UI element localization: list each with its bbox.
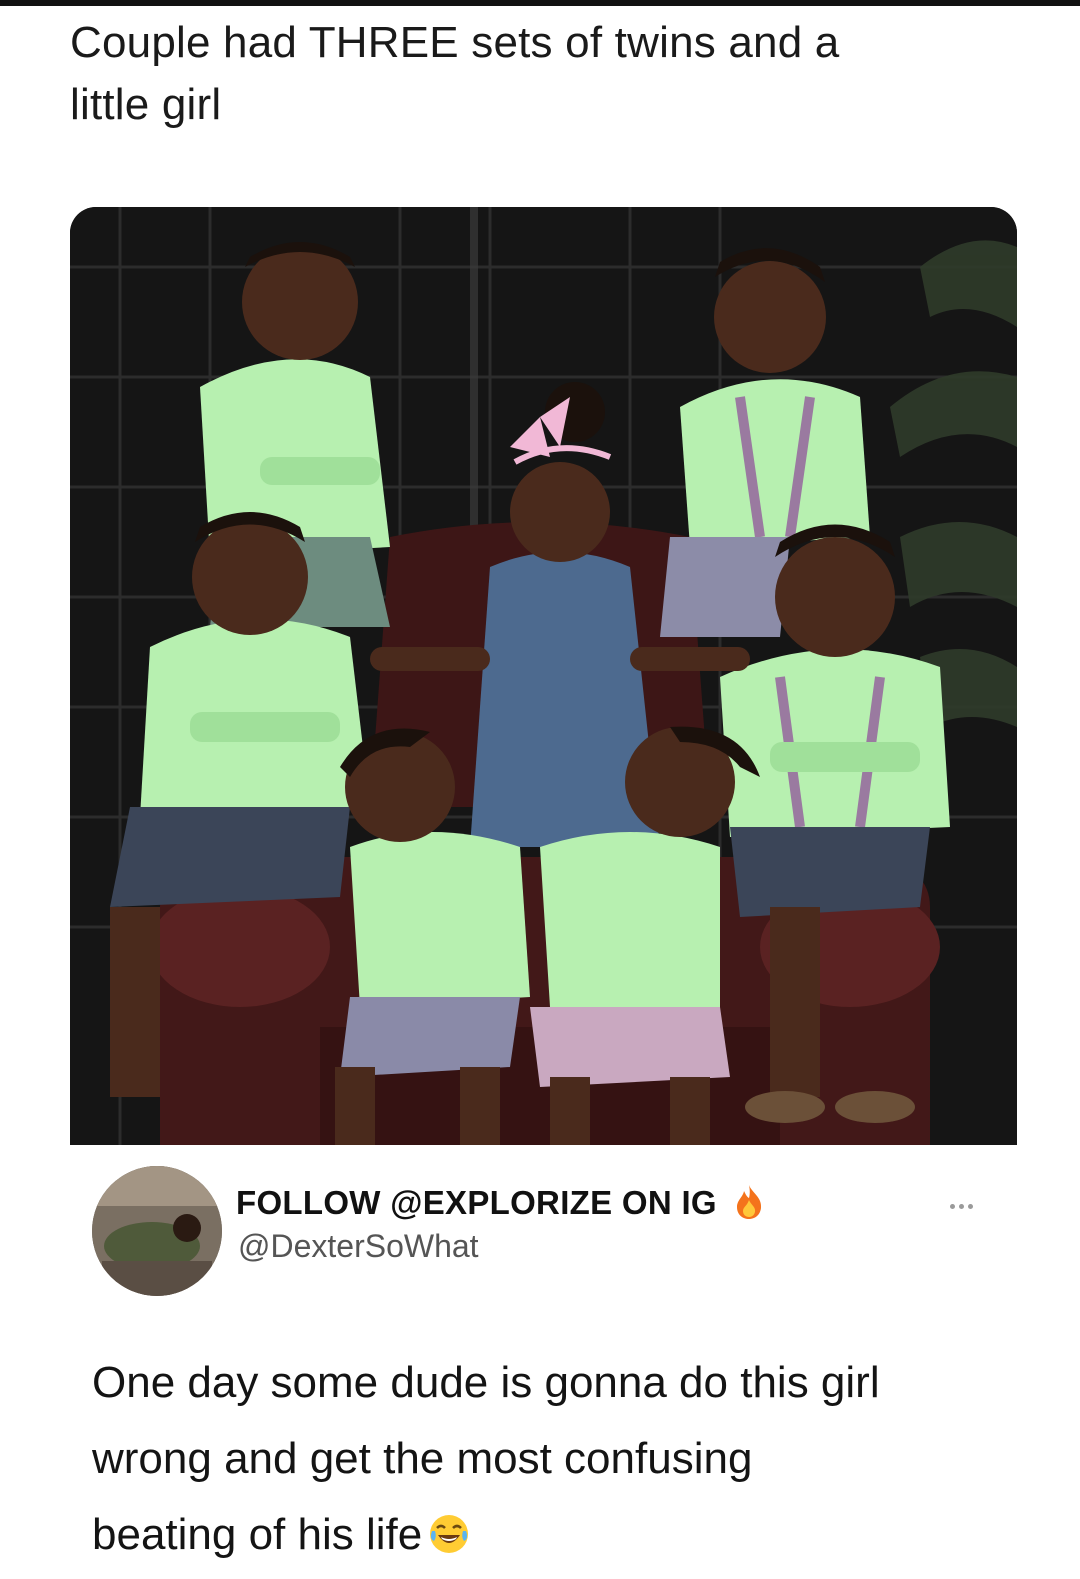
laughing-tears-emoji-icon (428, 1503, 470, 1553)
fire-icon (734, 1184, 764, 1220)
tweet-line-2: wrong and get the most confusing (92, 1434, 753, 1483)
user-avatar[interactable] (92, 1166, 222, 1296)
tweet-body: One day some dude is gonna do this girl … (92, 1345, 1032, 1573)
caption-line-2: little girl (70, 80, 222, 129)
display-name-text: FOLLOW @EXPLORIZE ON IG (236, 1184, 717, 1221)
meme-caption: Couple had THREE sets of twins and a lit… (70, 12, 1030, 136)
top-divider (0, 0, 1080, 6)
tweet-line-1: One day some dude is gonna do this girl (92, 1358, 880, 1407)
family-photo[interactable] (70, 207, 1017, 1145)
user-handle[interactable]: @DexterSoWhat (238, 1228, 479, 1265)
caption-line-1: Couple had THREE sets of twins and a (70, 18, 840, 67)
more-options-icon[interactable] (950, 1196, 990, 1209)
tweet-line-3-text: beating of his life (92, 1510, 423, 1559)
tweet-header: FOLLOW @EXPLORIZE ON IG @DexterSoWhat (92, 1166, 1012, 1296)
family-photo-illustration (70, 207, 1017, 1145)
avatar-image (92, 1166, 222, 1296)
tweet-line-3: beating of his life (92, 1497, 1032, 1573)
display-name[interactable]: FOLLOW @EXPLORIZE ON IG (236, 1184, 764, 1222)
